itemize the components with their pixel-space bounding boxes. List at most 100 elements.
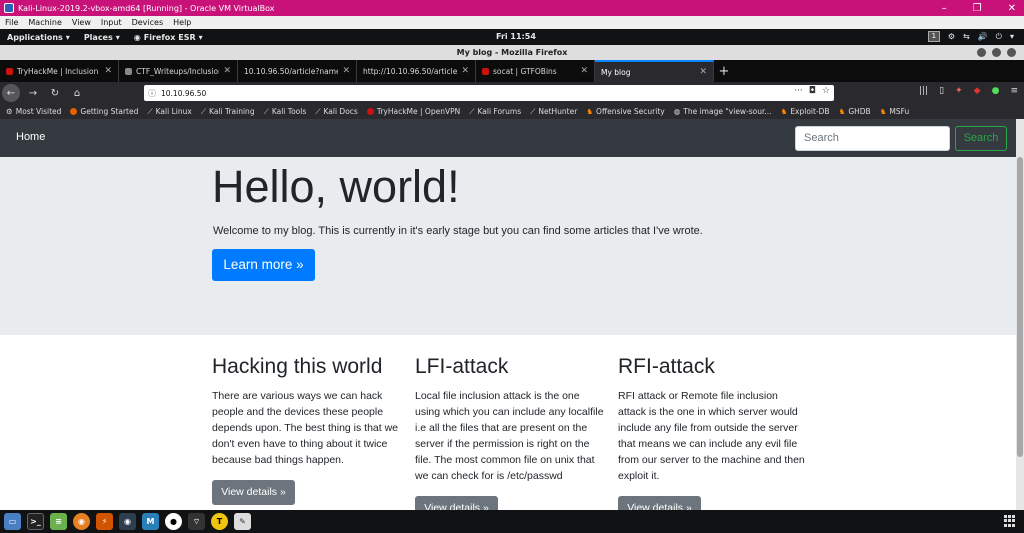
maximize-icon[interactable] (992, 48, 1001, 57)
extension-icon[interactable]: ✦ (955, 86, 963, 96)
burpsuite-icon[interactable]: ⚡ (96, 513, 113, 530)
faraday-icon[interactable]: T (211, 513, 228, 530)
bookmark-star-icon[interactable]: ☆ (822, 86, 830, 96)
close-tab-icon[interactable]: ✕ (342, 66, 350, 76)
article-column-rfi: RFI-attack RFI attack or Remote file inc… (618, 355, 808, 510)
pocket-icon[interactable]: ◘ (809, 86, 816, 96)
url-text[interactable]: 10.10.96.50 (161, 89, 206, 98)
address-bar[interactable]: ⓘ 10.10.96.50 ··· ◘ ☆ (144, 85, 834, 101)
hamburger-menu-icon[interactable]: ≡ (1010, 86, 1018, 96)
menu-devices[interactable]: Devices (132, 18, 164, 27)
learn-more-button[interactable]: Learn more » (212, 249, 315, 281)
power-icon[interactable]: ⏻ (996, 32, 1002, 42)
reload-button[interactable]: ↻ (44, 84, 66, 102)
bookmark-kali-docs[interactable]: ⟋ Kali Docs (315, 107, 358, 117)
bookmark-kali-training[interactable]: ⟋ Kali Training (201, 107, 255, 117)
bookmark-view-source[interactable]: ◍ The image "view-sour... (674, 107, 772, 116)
tab-my-blog[interactable]: My blog ✕ (595, 60, 714, 82)
files-icon[interactable]: ▭ (4, 513, 21, 530)
bookmark-ghdb[interactable]: ♞ GHDB (839, 107, 871, 116)
extension-icon[interactable]: ◆ (974, 86, 981, 96)
kali-top-panel: Applications ▾ Places ▾ ◉ Firefox ESR ▾ Fri … (0, 29, 1024, 45)
search-input[interactable]: Search (795, 126, 950, 151)
maltego-icon[interactable]: M (142, 513, 159, 530)
firefox-app-menu[interactable]: ◉ Firefox ESR ▾ (127, 33, 210, 42)
search-button[interactable]: Search (955, 126, 1007, 151)
menu-input[interactable]: Input (101, 18, 122, 27)
settings-icon[interactable]: ⚙ (948, 32, 955, 41)
network-icon[interactable]: ⇆ (963, 32, 970, 41)
bookmark-offensive-security[interactable]: ♞ Offensive Security (586, 107, 664, 116)
applications-menu[interactable]: Applications ▾ (0, 33, 77, 42)
bookmark-label: NetHunter (538, 107, 578, 116)
armitage-icon[interactable]: ● (165, 513, 182, 530)
bookmark-label: MSFu (889, 107, 910, 116)
firefox-icon[interactable]: ◉ (73, 513, 90, 530)
new-tab-button[interactable]: + (714, 60, 734, 82)
bookmark-most-visited[interactable]: ⚙ Most Visited (6, 107, 61, 116)
tab-tryhackme[interactable]: TryHackMe | Inclusion ✕ (0, 60, 119, 82)
tab-github[interactable]: CTF_Writeups/Inclusion ✕ (119, 60, 238, 82)
show-applications-icon[interactable] (1004, 515, 1016, 527)
bookmarks-toolbar: ⚙ Most Visited Getting Started ⟋ Kali Linu… (0, 104, 1024, 119)
page-actions-icon[interactable]: ··· (794, 86, 803, 96)
close-tab-icon[interactable]: ✕ (223, 66, 231, 76)
close-tab-icon[interactable]: ✕ (580, 66, 588, 76)
terminal-icon[interactable]: >_ (27, 513, 44, 530)
menu-machine[interactable]: Machine (28, 18, 62, 27)
text-editor-icon[interactable]: ≡ (50, 513, 67, 530)
python-icon[interactable]: ✎ (234, 513, 251, 530)
eye-icon[interactable]: ◉ (119, 513, 136, 530)
hero-jumbotron: Hello, world! Welcome to my blog. This i… (0, 157, 1016, 335)
bookmark-exploit-db[interactable]: ♞ Exploit-DB (781, 107, 830, 116)
bookmark-label: Exploit-DB (790, 107, 830, 116)
bookmark-tryhackme-openvpn[interactable]: TryHackMe | OpenVPN (366, 107, 460, 116)
bookmark-kali-forums[interactable]: ⟋ Kali Forums (469, 107, 521, 117)
bookmark-label: Most Visited (15, 107, 62, 116)
nav-home-link[interactable]: Home (16, 131, 45, 143)
kali-dock: ▭ >_ ≡ ◉ ⚡ ◉ M ● ⌔ T ✎ (0, 510, 1024, 533)
close-icon[interactable]: ✕ (1008, 3, 1016, 14)
minimize-icon[interactable]: – (942, 3, 947, 14)
bookmark-kali-tools[interactable]: ⟋ Kali Tools (264, 107, 307, 117)
chevron-down-icon[interactable]: ▾ (1010, 32, 1014, 41)
close-tab-icon[interactable]: ✕ (699, 67, 707, 77)
close-tab-icon[interactable]: ✕ (461, 66, 469, 76)
library-icon[interactable]: ||| (919, 86, 928, 96)
bookmark-getting-started[interactable]: Getting Started (70, 107, 138, 116)
close-tab-icon[interactable]: ✕ (104, 66, 112, 76)
tab-gtfobins[interactable]: socat | GTFOBins ✕ (476, 60, 595, 82)
tab-article-2[interactable]: http://10.10.96.50/article?n ✕ (357, 60, 476, 82)
globe-icon: ◍ (673, 107, 681, 116)
bookmark-label: Kali Docs (323, 107, 358, 116)
menu-help[interactable]: Help (173, 18, 191, 27)
home-button[interactable]: ⌂ (66, 84, 88, 102)
tab-article-1[interactable]: 10.10.96.50/article?name= ✕ (238, 60, 357, 82)
back-button[interactable]: ← (2, 84, 20, 102)
view-details-button[interactable]: View details » (212, 480, 295, 505)
places-menu[interactable]: Places ▾ (77, 33, 127, 42)
bookmark-nethunter[interactable]: ⟋ NetHunter (530, 107, 577, 117)
sidebar-icon[interactable]: ▯ (939, 86, 944, 96)
extension-toggle-icon[interactable]: ● (992, 86, 1000, 96)
view-details-button[interactable]: View details » (415, 496, 498, 510)
volume-icon[interactable]: 🔊 (978, 32, 988, 41)
gear-icon: ⚙ (6, 107, 13, 116)
view-details-button[interactable]: View details » (618, 496, 701, 510)
bookmark-kali-linux[interactable]: ⟋ Kali Linux (147, 107, 191, 117)
menu-file[interactable]: File (5, 18, 18, 27)
close-icon[interactable] (1007, 48, 1016, 57)
info-icon[interactable]: ⓘ (148, 88, 156, 99)
wireless-icon[interactable]: ⌔ (188, 513, 205, 530)
minimize-icon[interactable] (977, 48, 986, 57)
bookmark-msfu[interactable]: ♞ MSFu (880, 107, 910, 116)
exploit-db-icon: ♞ (780, 107, 788, 116)
forward-button[interactable]: → (22, 84, 44, 102)
scrollbar-thumb[interactable] (1017, 157, 1023, 457)
clock[interactable]: Fri 11:54 (496, 32, 536, 41)
page-scrollbar[interactable] (1016, 119, 1024, 510)
menu-view[interactable]: View (72, 18, 91, 27)
workspace-indicator[interactable]: 1 (927, 31, 940, 42)
article-text: RFI attack or Remote file inclusion atta… (618, 390, 805, 482)
maximize-icon[interactable]: ❐ (973, 3, 982, 14)
